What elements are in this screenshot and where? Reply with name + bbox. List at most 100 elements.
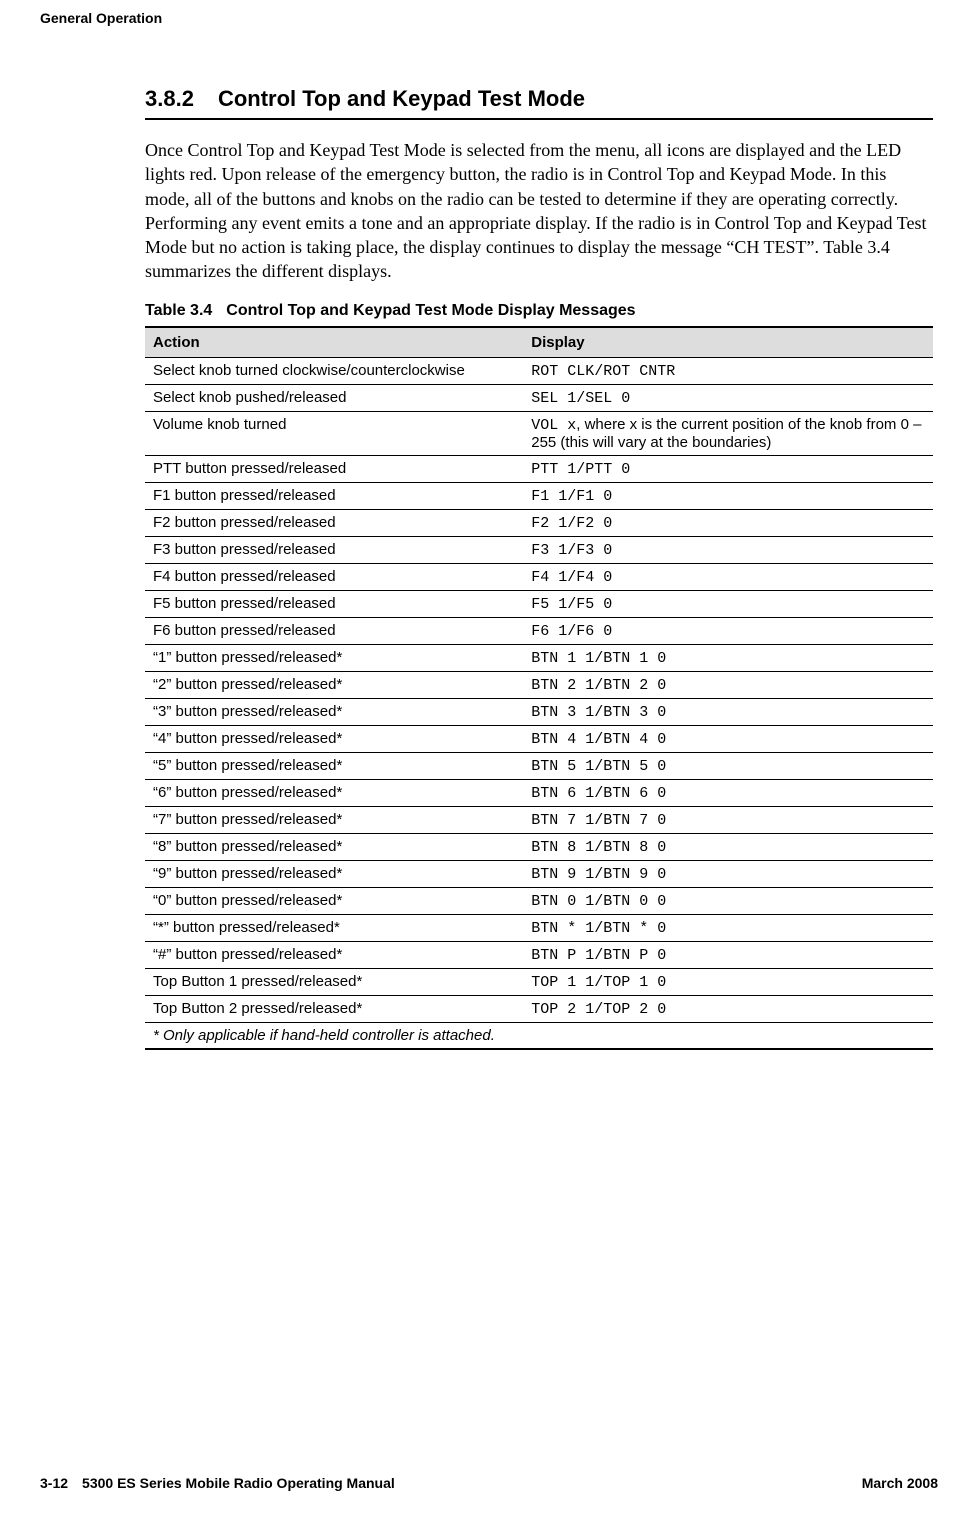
table-footnote-row: * Only applicable if hand-held controlle… <box>145 1022 933 1049</box>
section-heading: 3.8.2Control Top and Keypad Test Mode <box>145 86 933 112</box>
cell-action: “7” button pressed/released* <box>145 806 523 833</box>
cell-action: F1 button pressed/released <box>145 482 523 509</box>
table-row: Select knob pushed/released SEL 1/SEL 0 <box>145 384 933 411</box>
cell-action: PTT button pressed/released <box>145 455 523 482</box>
body-paragraph: Once Control Top and Keypad Test Mode is… <box>145 138 933 284</box>
table-row: “1” button pressed/released* BTN 1 1/BTN … <box>145 644 933 671</box>
table-row: “#” button pressed/released*BTN P 1/BTN … <box>145 941 933 968</box>
display-code: ROT CLK/ROT CNTR <box>531 363 675 380</box>
footer-date: March 2008 <box>862 1475 938 1491</box>
table-row: “4” button pressed/released* BTN 4 1/BTN … <box>145 725 933 752</box>
display-messages-table: Action Display Select knob turned clockw… <box>145 326 933 1050</box>
cell-display: PTT 1/PTT 0 <box>523 455 933 482</box>
cell-display: F5 1/F5 0 <box>523 590 933 617</box>
cell-action: Select knob turned clockwise/countercloc… <box>145 357 523 384</box>
table-caption: Table 3.4 Control Top and Keypad Test Mod… <box>145 302 933 320</box>
cell-display: BTN 6 1/BTN 6 0 <box>523 779 933 806</box>
footer-left: 3-125300 ES Series Mobile Radio Operatin… <box>40 1475 395 1491</box>
display-code: BTN 1 1/BTN 1 0 <box>531 650 666 667</box>
cell-action: “9” button pressed/released* <box>145 860 523 887</box>
table-row: “9” button pressed/released* BTN 9 1/BTN … <box>145 860 933 887</box>
table-footnote: * Only applicable if hand-held controlle… <box>145 1022 933 1049</box>
cell-display: TOP 1 1/TOP 1 0 <box>523 968 933 995</box>
cell-action: Volume knob turned <box>145 411 523 455</box>
running-head: General Operation <box>40 10 938 26</box>
cell-action: F5 button pressed/released <box>145 590 523 617</box>
cell-action: “6” button pressed/released* <box>145 779 523 806</box>
display-code: BTN 9 1/BTN 9 0 <box>531 866 666 883</box>
cell-display: BTN 4 1/BTN 4 0 <box>523 725 933 752</box>
display-code: F3 1/F3 0 <box>531 542 612 559</box>
display-code: BTN 7 1/BTN 7 0 <box>531 812 666 829</box>
table-row: “6” button pressed/released* BTN 6 1/BTN … <box>145 779 933 806</box>
table-row: F1 button pressed/released F1 1/F1 0 <box>145 482 933 509</box>
col-header-display: Display <box>523 327 933 358</box>
cell-display: BTN 0 1/BTN 0 0 <box>523 887 933 914</box>
cell-action: “1” button pressed/released* <box>145 644 523 671</box>
cell-display: VOL x, where x is the current position o… <box>523 411 933 455</box>
display-code: BTN 6 1/BTN 6 0 <box>531 785 666 802</box>
table-row: Select knob turned clockwise/countercloc… <box>145 357 933 384</box>
cell-display: F2 1/F2 0 <box>523 509 933 536</box>
cell-display: BTN 3 1/BTN 3 0 <box>523 698 933 725</box>
cell-action: “0” button pressed/released* <box>145 887 523 914</box>
cell-display: BTN 5 1/BTN 5 0 <box>523 752 933 779</box>
cell-action: “8” button pressed/released* <box>145 833 523 860</box>
cell-display: BTN P 1/BTN P 0 <box>523 941 933 968</box>
cell-action: “#” button pressed/released* <box>145 941 523 968</box>
cell-display: TOP 2 1/TOP 2 0 <box>523 995 933 1022</box>
cell-action: F4 button pressed/released <box>145 563 523 590</box>
page-number: 3-12 <box>40 1475 68 1491</box>
display-code: PTT 1/PTT 0 <box>531 461 630 478</box>
table-title: Control Top and Keypad Test Mode Display… <box>226 302 635 319</box>
table-row: Volume knob turnedVOL x, where x is the … <box>145 411 933 455</box>
cell-action: F2 button pressed/released <box>145 509 523 536</box>
cell-display: F3 1/F3 0 <box>523 536 933 563</box>
table-row: “8” button pressed/released*BTN 8 1/BTN … <box>145 833 933 860</box>
display-code: SEL 1/SEL 0 <box>531 390 630 407</box>
table-row: “5” button pressed/released* BTN 5 1/BTN … <box>145 752 933 779</box>
cell-action: “3” button pressed/released* <box>145 698 523 725</box>
table-row: F5 button pressed/released F5 1/F5 0 <box>145 590 933 617</box>
cell-display: BTN 9 1/BTN 9 0 <box>523 860 933 887</box>
cell-display: BTN 2 1/BTN 2 0 <box>523 671 933 698</box>
table-number: Table 3.4 <box>145 302 212 320</box>
cell-action: F3 button pressed/released <box>145 536 523 563</box>
cell-display: BTN * 1/BTN * 0 <box>523 914 933 941</box>
page-footer: 3-125300 ES Series Mobile Radio Operatin… <box>40 1435 938 1491</box>
cell-action: Select knob pushed/released <box>145 384 523 411</box>
table-row: F4 button pressed/released F4 1/F4 0 <box>145 563 933 590</box>
cell-display: BTN 8 1/BTN 8 0 <box>523 833 933 860</box>
display-code: F1 1/F1 0 <box>531 488 612 505</box>
display-code: F2 1/F2 0 <box>531 515 612 532</box>
cell-action: “4” button pressed/released* <box>145 725 523 752</box>
cell-display: BTN 1 1/BTN 1 0 <box>523 644 933 671</box>
cell-action: “5” button pressed/released* <box>145 752 523 779</box>
display-code: F5 1/F5 0 <box>531 596 612 613</box>
cell-action: F6 button pressed/released <box>145 617 523 644</box>
table-row: “7” button pressed/released* BTN 7 1/BTN … <box>145 806 933 833</box>
display-code: BTN 5 1/BTN 5 0 <box>531 758 666 775</box>
table-body: Select knob turned clockwise/countercloc… <box>145 357 933 1049</box>
table-row: F6 button pressed/released F6 1/F6 0 <box>145 617 933 644</box>
display-code: F6 1/F6 0 <box>531 623 612 640</box>
display-code: BTN 0 1/BTN 0 0 <box>531 893 666 910</box>
section-number: 3.8.2 <box>145 86 194 112</box>
cell-display: SEL 1/SEL 0 <box>523 384 933 411</box>
display-code: VOL x <box>531 417 576 434</box>
display-code: BTN 2 1/BTN 2 0 <box>531 677 666 694</box>
cell-action: Top Button 1 pressed/released* <box>145 968 523 995</box>
table-row: Top Button 1 pressed/released*TOP 1 1/TO… <box>145 968 933 995</box>
table-row: PTT button pressed/released PTT 1/PTT 0 <box>145 455 933 482</box>
table-row: “0” button pressed/released* BTN 0 1/BTN … <box>145 887 933 914</box>
cell-display: ROT CLK/ROT CNTR <box>523 357 933 384</box>
display-code: F4 1/F4 0 <box>531 569 612 586</box>
table-row: Top Button 2 pressed/released*TOP 2 1/TO… <box>145 995 933 1022</box>
table-row: F3 button pressed/released F3 1/F3 0 <box>145 536 933 563</box>
cell-display: F1 1/F1 0 <box>523 482 933 509</box>
display-code: BTN 4 1/BTN 4 0 <box>531 731 666 748</box>
cell-action: “2” button pressed/released* <box>145 671 523 698</box>
section-rule <box>145 118 933 120</box>
display-code: BTN * 1/BTN * 0 <box>531 920 666 937</box>
table-row: “2” button pressed/released* BTN 2 1/BTN … <box>145 671 933 698</box>
